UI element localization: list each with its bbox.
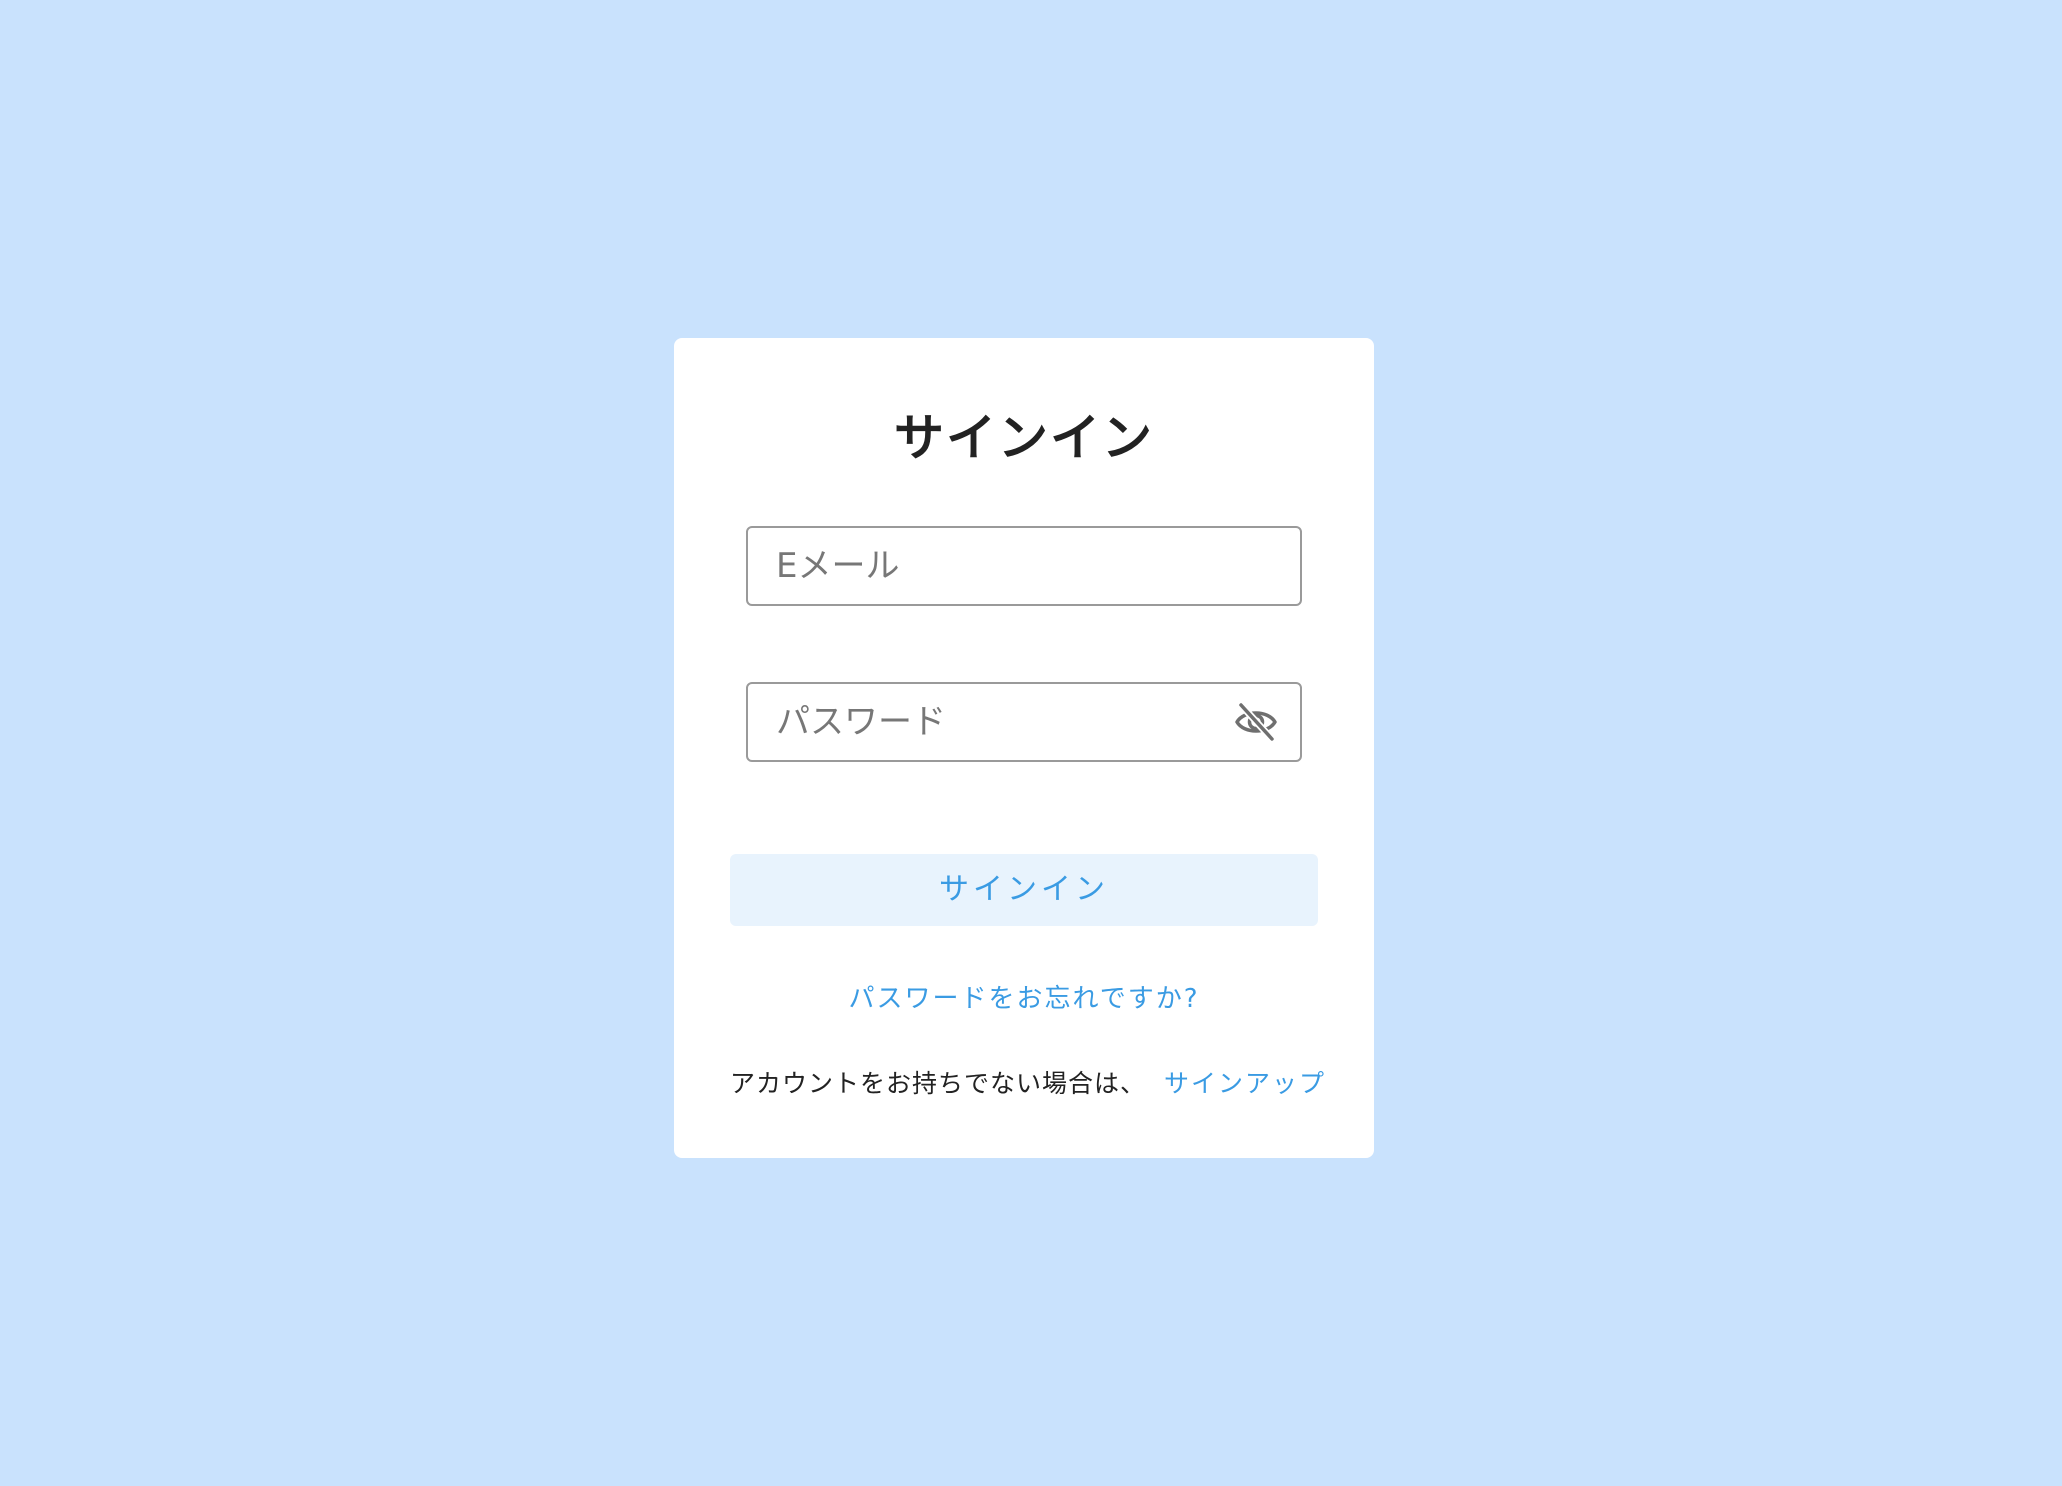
- eye-off-icon[interactable]: [1234, 701, 1278, 743]
- email-field-container: [746, 526, 1302, 606]
- email-field[interactable]: [776, 528, 1216, 604]
- password-field[interactable]: [776, 684, 1216, 760]
- signup-prompt: アカウントをお持ちでない場合は、 サインアップ: [730, 1064, 1330, 1100]
- signup-link[interactable]: サインアップ: [1164, 1069, 1326, 1098]
- forgot-password-link[interactable]: パスワードをお忘れですか?: [674, 978, 1374, 1015]
- no-account-text: アカウントをお持ちでない場合は、: [730, 1069, 1147, 1098]
- page-title: サインイン: [894, 409, 1154, 467]
- signin-card: サインイン サインイン パスワードをお忘れですか? アカウントをお持ちでない場合…: [674, 338, 1374, 1158]
- signin-button[interactable]: サインイン: [730, 854, 1318, 926]
- password-field-container: [746, 682, 1302, 762]
